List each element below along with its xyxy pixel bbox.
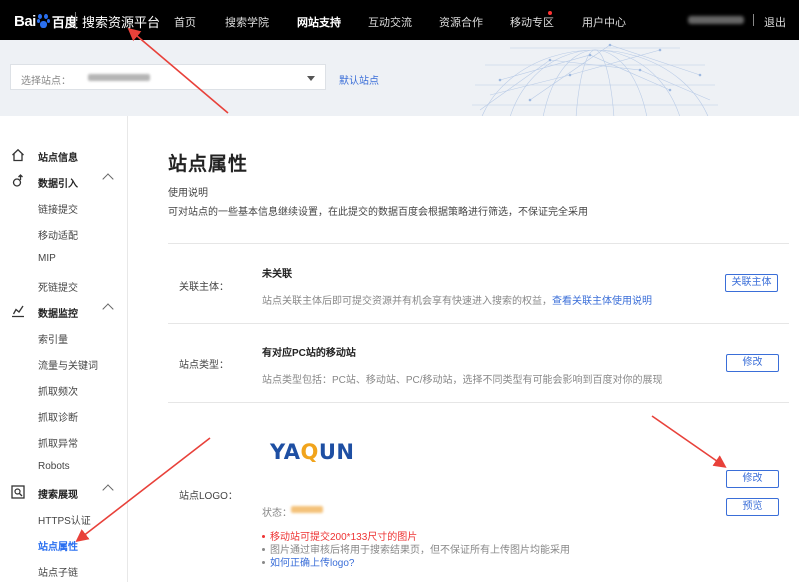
chevron-up-icon	[102, 173, 114, 185]
subject-description: 站点关联主体后即可提交资源并有机会享有快速进入搜索的权益，查看关联主体使用说明	[262, 296, 652, 307]
edit-site-type-button[interactable]: 修改	[726, 354, 779, 372]
site-logo-label: 站点LOGO：	[179, 491, 238, 502]
sidebar-item-mobile-adapt[interactable]: 移动适配	[38, 227, 78, 242]
sidebar-group-label: 数据引入	[38, 179, 78, 190]
header-divider	[753, 14, 754, 26]
row-divider	[168, 323, 789, 324]
nav-interaction[interactable]: 互动交流	[368, 14, 412, 30]
notification-dot	[548, 11, 552, 15]
usage-title: 使用说明	[168, 188, 208, 199]
nav-resource-cooperation[interactable]: 资源合作	[439, 14, 483, 30]
sidebar-item-dead-link[interactable]: 死链提交	[38, 279, 78, 294]
sidebar-group-label: 站点信息	[38, 153, 78, 164]
logo-status-value-blurred	[291, 506, 323, 513]
site-selector-bar: 选择站点： 默认站点	[0, 40, 799, 116]
search-display-icon	[11, 485, 25, 499]
sidebar-item-link-submit[interactable]: 链接提交	[38, 201, 78, 216]
sidebar-group-search-display[interactable]: 搜索展现	[0, 482, 128, 502]
platform-title[interactable]: 搜索资源平台	[82, 12, 160, 31]
logo-help-link[interactable]: 如何正确上传logo?	[262, 554, 354, 569]
edit-logo-button[interactable]: 修改	[726, 470, 779, 488]
site-select-value-blurred	[88, 74, 150, 81]
site-logo-image: YAQUN	[270, 440, 355, 464]
home-icon	[12, 148, 24, 162]
sidebar-item-site-attributes[interactable]: 站点属性	[38, 538, 78, 553]
paw-icon	[36, 14, 50, 28]
sidebar: 站点信息 数据引入 链接提交 移动适配 MIP 死链提交 数据监控 索引量 流量…	[0, 116, 128, 582]
usage-description: 可对站点的一些基本信息继续设置，在此提交的数据百度会根据策略进行筛选，不保证完全…	[168, 207, 588, 218]
subject-label: 关联主体：	[179, 282, 229, 293]
sidebar-group-label: 搜索展现	[38, 490, 78, 501]
sidebar-group-data-import[interactable]: 数据引入	[0, 171, 128, 191]
site-type-description: 站点类型包括：PC站、移动站、PC/移动站，选择不同类型有可能会影响到百度对你的…	[262, 375, 663, 386]
subject-value: 未关联	[262, 269, 292, 280]
sidebar-item-crawl-frequency[interactable]: 抓取频次	[38, 383, 78, 398]
row-divider	[168, 402, 789, 403]
sidebar-item-https[interactable]: HTTPS认证	[38, 512, 91, 527]
data-monitor-icon	[12, 305, 24, 318]
row-divider	[168, 243, 789, 244]
username-blurred[interactable]	[688, 16, 744, 24]
sidebar-item-crawl-diagnosis[interactable]: 抓取诊断	[38, 409, 78, 424]
sidebar-item-index-count[interactable]: 索引量	[38, 331, 68, 346]
preview-logo-button[interactable]: 预览	[726, 498, 779, 516]
sidebar-item-site-sublinks[interactable]: 站点子链	[38, 564, 78, 579]
sidebar-item-crawl-errors[interactable]: 抓取异常	[38, 435, 78, 450]
logo-divider	[75, 12, 76, 28]
site-type-label: 站点类型：	[179, 360, 229, 371]
sidebar-item-robots[interactable]: Robots	[38, 461, 70, 472]
nav-academy[interactable]: 搜索学院	[225, 14, 269, 30]
sidebar-group-site-info[interactable]: 站点信息	[0, 145, 128, 165]
nav-mobile-zone[interactable]: 移动专区	[510, 14, 554, 30]
baidu-logo[interactable]: Bai 百度	[14, 11, 78, 31]
chevron-up-icon	[102, 303, 114, 315]
logo-text-cn: 百度	[51, 14, 78, 30]
subject-help-link[interactable]: 查看关联主体使用说明	[552, 296, 652, 307]
globe-decoration	[472, 43, 718, 116]
chevron-up-icon	[102, 484, 114, 496]
sidebar-group-data-monitor[interactable]: 数据监控	[0, 301, 128, 321]
logo-status-label: 状态：	[262, 508, 292, 519]
caret-down-icon	[307, 76, 315, 81]
sidebar-item-traffic-keywords[interactable]: 流量与关键词	[38, 357, 98, 372]
nav-site-support[interactable]: 网站支持	[297, 14, 341, 30]
site-type-value: 有对应PC站的移动站	[262, 348, 356, 359]
link-subject-button[interactable]: 关联主体	[725, 274, 778, 292]
sidebar-item-mip[interactable]: MIP	[38, 253, 56, 264]
nav-home[interactable]: 首页	[174, 14, 196, 30]
logo-text-bai: Bai	[14, 12, 36, 30]
data-import-icon	[12, 174, 23, 187]
default-site-link[interactable]: 默认站点	[339, 72, 379, 87]
page-title: 站点属性	[168, 154, 249, 175]
logout-link[interactable]: 退出	[764, 14, 786, 30]
site-select-label: 选择站点：	[21, 76, 71, 87]
nav-user-center[interactable]: 用户中心	[582, 14, 626, 30]
site-select-dropdown[interactable]: 选择站点：	[10, 64, 326, 90]
sidebar-group-label: 数据监控	[38, 309, 78, 320]
arrow-to-edit-logo	[651, 415, 727, 468]
top-navbar: Bai 百度 搜索资源平台 首页 搜索学院 网站支持 互动交流 资源合作 移动专…	[0, 0, 799, 40]
